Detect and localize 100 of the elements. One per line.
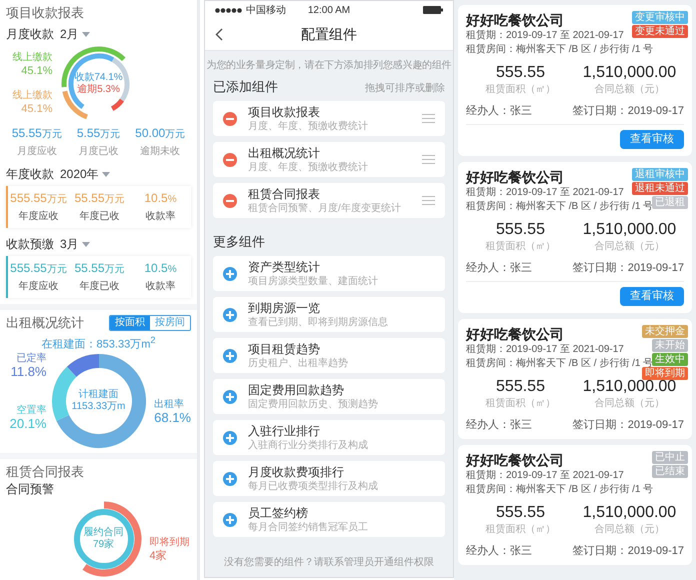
- component-title: 固定费用回款趋势: [248, 382, 345, 398]
- status-tag: 已退租: [652, 196, 688, 209]
- area-label: 租赁面积（㎡）: [486, 523, 556, 536]
- ring-center-text: 逾期5.3%: [77, 84, 120, 96]
- chart-callout-value: 68.1%: [154, 410, 191, 425]
- status-tag: 退租未通过: [632, 182, 688, 195]
- review-button[interactable]: 查看审核: [620, 287, 684, 306]
- stat-value: 555.55万元: [10, 261, 67, 277]
- lease-period: 租赁期：2019-09-17 至 2021-09-17: [466, 343, 624, 357]
- component-description: 每月合同签约销售冠军员工: [248, 520, 369, 534]
- handler-text: 经办人：张三: [466, 418, 532, 432]
- component-title: 月度收款费项排行: [248, 464, 345, 480]
- amount-value: 1,510,000.00: [582, 378, 676, 397]
- stat-value: 10.5%: [144, 261, 177, 277]
- carrier-name: 中国移动: [246, 4, 286, 17]
- plus-icon: [226, 474, 234, 482]
- handler-text: 经办人：张三: [466, 104, 532, 118]
- battery-icon: [423, 6, 443, 14]
- amount-value: 1,510,000.00: [582, 220, 676, 240]
- add-button[interactable]: [223, 266, 237, 280]
- stat-value: 55.55万元: [74, 261, 125, 277]
- component-title: 资产类型统计: [248, 260, 321, 274]
- component-description: 查看已到期、即将到期房源信息: [248, 316, 389, 328]
- caret-icon: [102, 172, 110, 176]
- add-button[interactable]: [223, 308, 237, 322]
- stat-label: 逾期未收: [140, 145, 180, 158]
- section-label: 月度收款: [6, 26, 54, 42]
- add-button[interactable]: [223, 512, 237, 526]
- add-button[interactable]: [223, 390, 237, 404]
- amount-value: 1,510,000.00: [582, 63, 676, 83]
- signed-date: 签订日期：2019-09-17: [572, 261, 684, 275]
- add-button[interactable]: [223, 348, 237, 362]
- chart-callout-value: 20.1%: [10, 416, 46, 431]
- ring-label: 线上缴款: [12, 90, 52, 102]
- component-title: 项目租赁趋势: [248, 342, 321, 356]
- period-dropdown[interactable]: 2020年: [60, 166, 110, 182]
- signed-date: 签订日期：2019-09-17: [572, 418, 684, 432]
- lease-room: 租赁房间：梅州客天下 /B 区 / 步行街 /1 号: [466, 43, 654, 57]
- review-button[interactable]: 查看审核: [620, 130, 684, 149]
- status-tag: 变更未通过: [632, 25, 688, 38]
- stat-value: 55.55万元: [74, 191, 125, 207]
- section-title: 出租概况统计: [6, 314, 84, 332]
- chart-callout-label: 空置率: [16, 404, 46, 417]
- component-description: 项目房源类型数量、建面统计: [248, 274, 379, 288]
- plus-icon: [226, 434, 234, 442]
- plus-icon: [226, 516, 234, 524]
- lease-period: 租赁期：2019-09-17 至 2021-09-17: [466, 469, 624, 483]
- amount-value: 1,510,000.00: [582, 503, 676, 523]
- component-description: 月度、年度、预缴收费统计: [248, 160, 369, 174]
- remove-button[interactable]: [223, 112, 237, 126]
- amount-label: 合同总额（元）: [594, 397, 664, 410]
- back-icon[interactable]: [215, 28, 223, 41]
- component-title: 租赁合同报表: [248, 186, 321, 202]
- toggle-button[interactable]: 按面积: [110, 316, 150, 330]
- remove-button[interactable]: [223, 194, 237, 208]
- chart-callout-value: 11.8%: [10, 364, 46, 379]
- lease-period: 租赁期：2019-09-17 至 2021-09-17: [466, 186, 624, 200]
- component-description: 租赁合同预警、月度/年度变更统计: [248, 202, 402, 214]
- area-value: 555.55: [496, 220, 545, 240]
- drag-handle-icon[interactable]: [422, 196, 435, 205]
- component-description: 每月已收费项类型排行及构成: [248, 480, 379, 492]
- company-name: 好好吃餐饮公司: [466, 12, 564, 29]
- component-description: 月度、年度、预缴收费统计: [248, 120, 369, 132]
- area-value: 555.55: [496, 63, 545, 83]
- handler-text: 经办人：张三: [466, 544, 532, 558]
- signed-date: 签订日期：2019-09-17: [572, 104, 684, 118]
- footer-text: 没有您需要的组件？请联系管理员开通组件权限: [223, 556, 435, 570]
- component-title: 项目收款报表: [248, 104, 321, 120]
- area-value: 555.55: [496, 377, 545, 397]
- ring-center-text: 收款74.1%: [74, 72, 123, 84]
- plus-icon: [226, 270, 234, 278]
- list-hint: 拖拽可排序或删除: [365, 82, 445, 95]
- status-tag: 未开始: [652, 339, 688, 352]
- stat-label: 收款率: [146, 210, 176, 223]
- caret-icon: [82, 242, 90, 246]
- amount-label: 合同总额（元）: [594, 523, 664, 536]
- stat-value: 55.55万元: [12, 126, 62, 142]
- drag-handle-icon[interactable]: [422, 114, 435, 123]
- stat-label: 年度已收: [80, 280, 120, 293]
- add-button[interactable]: [223, 472, 237, 486]
- ring-center-text: 履约合同: [84, 526, 124, 538]
- plus-icon: [226, 310, 234, 318]
- drag-handle-icon[interactable]: [422, 155, 435, 164]
- period-dropdown[interactable]: 3月: [60, 236, 90, 252]
- company-name: 好好吃餐饮公司: [466, 452, 564, 469]
- plus-icon: [226, 352, 234, 360]
- remove-button[interactable]: [223, 152, 237, 166]
- signed-date: 签订日期：2019-09-17: [572, 544, 684, 558]
- lease-room: 租赁房间：梅州客天下 /B 区 / 步行街 /1 号: [466, 357, 654, 369]
- stat-label: 年度应收: [18, 280, 58, 293]
- section-title: 项目收款报表: [6, 4, 85, 22]
- status-tag: 变更审核中: [632, 11, 688, 24]
- stat-value: 10.5%: [144, 191, 177, 207]
- lease-room: 租赁房间：梅州客天下 /B 区 / 步行街 /1 号: [466, 200, 654, 214]
- plus-icon: [226, 392, 234, 400]
- company-name: 好好吃餐饮公司: [466, 169, 564, 186]
- component-description: 历史租户、出租率趋势: [248, 356, 349, 370]
- period-dropdown[interactable]: 2月: [60, 26, 90, 42]
- add-button[interactable]: [223, 430, 237, 444]
- donut-center-text: 1153.33万m: [72, 400, 126, 413]
